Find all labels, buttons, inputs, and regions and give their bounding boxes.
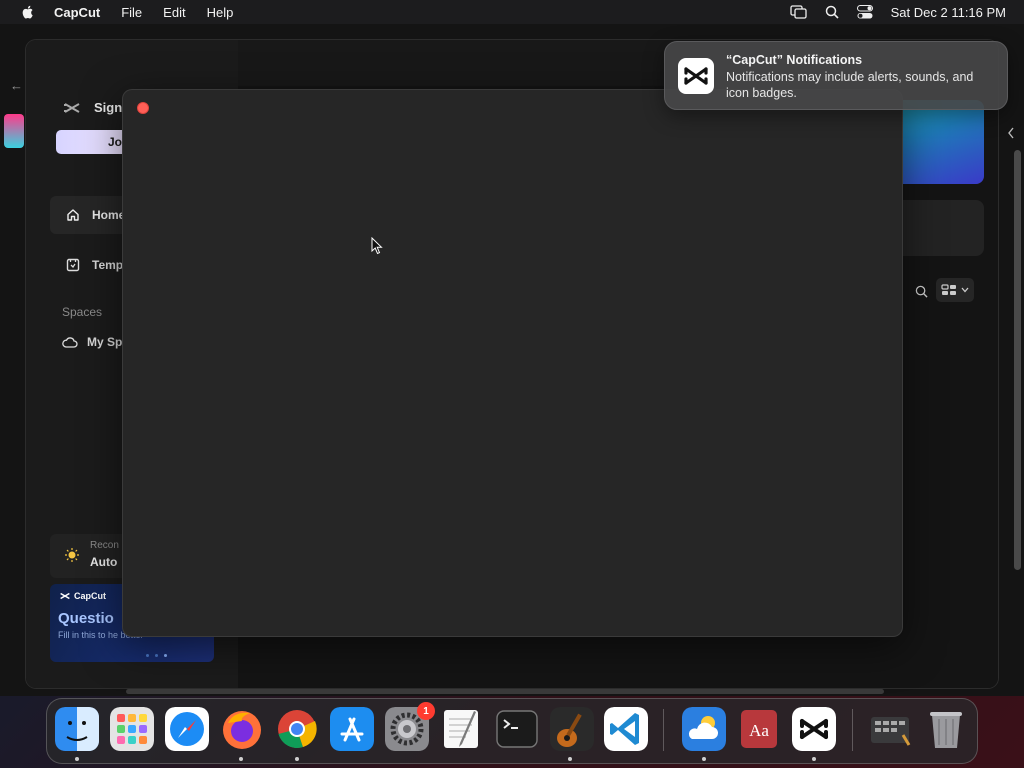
capcut-logo-icon — [60, 592, 70, 600]
running-indicator — [812, 757, 816, 761]
sidebar-item-label: My Sp — [87, 335, 123, 349]
blank-popup-window — [122, 89, 903, 637]
dock-separator — [663, 709, 664, 751]
dock-chrome-icon[interactable] — [275, 707, 319, 751]
running-indicator — [295, 757, 299, 761]
view-mode-dropdown[interactable] — [936, 278, 974, 302]
notification-title: “CapCut” Notifications — [726, 53, 863, 67]
vertical-scrollbar[interactable] — [1014, 150, 1021, 570]
sidebar-item-my-space[interactable]: My Sp — [62, 335, 122, 349]
cloud-icon — [62, 337, 78, 348]
dock: 1 Aa — [46, 698, 978, 764]
mouse-cursor-icon — [371, 237, 383, 255]
dock-downloads-stack-icon[interactable] — [869, 707, 913, 751]
horizontal-scrollbar[interactable] — [126, 689, 884, 694]
banner-pagination-dots[interactable] — [146, 654, 167, 657]
spaces-heading: Spaces — [62, 305, 103, 319]
dock-finder-icon[interactable] — [55, 707, 99, 751]
recommend-title: Auto — [90, 555, 118, 569]
capcut-logo-icon — [64, 102, 80, 113]
menu-help[interactable]: Help — [207, 5, 234, 20]
dock-safari-icon[interactable] — [165, 707, 209, 751]
dock-vscode-icon[interactable] — [604, 707, 648, 751]
popup-close-button[interactable] — [137, 102, 149, 114]
dock-launchpad-icon[interactable] — [110, 707, 154, 751]
dock-garageband-icon[interactable] — [550, 707, 594, 751]
dock-trash-icon[interactable] — [924, 707, 968, 751]
capcut-logo-icon — [684, 67, 708, 85]
back-arrow-icon: ← — [10, 78, 23, 93]
capcut-app-icon — [678, 58, 714, 94]
grid-view-icon — [941, 284, 956, 295]
running-indicator — [568, 757, 572, 761]
lightbulb-icon — [65, 548, 79, 562]
svg-text:Aa: Aa — [749, 721, 769, 740]
search-icon — [915, 285, 928, 298]
screen-mirroring-icon[interactable] — [789, 5, 807, 19]
recommend-caption: Recon — [90, 540, 119, 551]
dock-weather-icon[interactable] — [682, 707, 726, 751]
dock-terminal-icon[interactable] — [495, 707, 539, 751]
template-icon — [66, 258, 80, 272]
search-button[interactable] — [910, 280, 932, 302]
banner-headline: Questio — [58, 610, 114, 627]
notification-badge: 1 — [417, 702, 435, 720]
collapse-chevron[interactable] — [998, 118, 1024, 148]
sign-in-label: Sign — [94, 100, 123, 115]
sidebar-item-label: Home — [92, 208, 126, 222]
partial-thumbnail — [4, 114, 24, 148]
dock-capcut-icon[interactable] — [792, 707, 836, 751]
notification-message: Notifications may include alerts, sounds… — [726, 70, 974, 100]
dock-separator — [852, 709, 853, 751]
menu-bar: CapCut File Edit Help Sat Dec 2 11:16 PM — [0, 0, 1024, 24]
spotlight-search-icon[interactable] — [825, 5, 839, 19]
menu-app-name[interactable]: CapCut — [54, 5, 100, 20]
banner-brand-label: CapCut — [74, 591, 106, 601]
dock-dictionary-icon[interactable]: Aa — [737, 707, 781, 751]
menu-edit[interactable]: Edit — [163, 5, 185, 20]
apple-menu-icon[interactable] — [20, 4, 36, 20]
dock-app-store-icon[interactable] — [330, 707, 374, 751]
running-indicator — [75, 757, 79, 761]
dock-textedit-icon[interactable] — [440, 707, 484, 751]
chevron-down-icon — [961, 287, 969, 293]
running-indicator — [702, 757, 706, 761]
control-center-icon[interactable] — [856, 5, 873, 19]
menubar-clock[interactable]: Sat Dec 2 11:16 PM — [891, 5, 1006, 20]
banner-brand: CapCut — [60, 591, 106, 601]
chevron-left-icon — [1008, 127, 1014, 139]
sidebar-item-label: Temp — [92, 258, 124, 272]
running-indicator — [239, 757, 243, 761]
sign-in-row[interactable]: Sign — [64, 100, 122, 115]
notification-banner[interactable]: “CapCut” Notifications Notifications may… — [664, 41, 1008, 110]
menu-file[interactable]: File — [121, 5, 142, 20]
dock-firefox-icon[interactable] — [220, 707, 264, 751]
home-icon — [67, 209, 79, 221]
